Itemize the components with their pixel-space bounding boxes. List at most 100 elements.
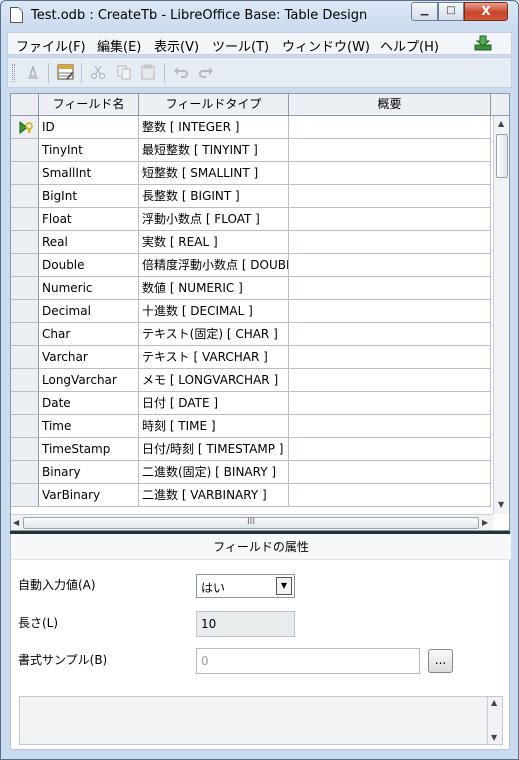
field-type-cell[interactable]: メモ [ LONGVARCHAR ]	[139, 369, 289, 392]
edit-icon[interactable]	[24, 64, 42, 82]
row-selector[interactable]	[11, 162, 39, 185]
format-example-field[interactable]: 0	[196, 648, 420, 674]
table-row[interactable]: Date 日付 [ DATE ]	[11, 392, 491, 415]
description-cell[interactable]	[289, 231, 491, 254]
row-selector[interactable]	[11, 116, 39, 139]
field-name-cell[interactable]: Float	[39, 208, 139, 231]
table-row[interactable]: SmallInt 短整数 [ SMALLINT ]	[11, 162, 491, 185]
field-name-cell[interactable]: Double	[39, 254, 139, 277]
field-type-cell[interactable]: 時刻 [ TIME ]	[139, 415, 289, 438]
row-selector[interactable]	[11, 231, 39, 254]
field-type-cell[interactable]: 整数 [ INTEGER ]	[139, 116, 289, 139]
row-selector[interactable]	[11, 438, 39, 461]
description-cell[interactable]	[289, 438, 491, 461]
scroll-right-icon[interactable]: ▶	[482, 518, 488, 527]
field-type-cell[interactable]: 数値 [ NUMERIC ]	[139, 277, 289, 300]
field-type-cell[interactable]: 二進数 [ VARBINARY ]	[139, 484, 289, 507]
description-cell[interactable]	[289, 254, 491, 277]
table-row[interactable]: Char テキスト(固定) [ CHAR ]	[11, 323, 491, 346]
table-row[interactable]: Varchar テキスト [ VARCHAR ]	[11, 346, 491, 369]
field-type-cell[interactable]: 最短整数 [ TINYINT ]	[139, 139, 289, 162]
description-cell[interactable]	[289, 346, 491, 369]
description-cell[interactable]	[289, 392, 491, 415]
index-design-icon[interactable]	[56, 64, 74, 82]
description-cell[interactable]	[289, 139, 491, 162]
help-scroll-up-icon[interactable]: ▲	[491, 698, 497, 707]
table-row[interactable]: VarBinary 二進数 [ VARBINARY ]	[11, 484, 491, 507]
description-cell[interactable]	[289, 484, 491, 507]
description-cell[interactable]	[289, 116, 491, 139]
field-name-cell[interactable]: Char	[39, 323, 139, 346]
update-available-icon[interactable]	[474, 35, 492, 51]
row-selector[interactable]	[11, 139, 39, 162]
row-selector[interactable]	[11, 185, 39, 208]
description-cell[interactable]	[289, 208, 491, 231]
table-row[interactable]: Double倍精度浮動小数点 [ DOUBLE ]	[11, 254, 491, 277]
maximize-button[interactable]: □	[438, 2, 464, 21]
description-cell[interactable]	[289, 323, 491, 346]
field-type-cell[interactable]: 二進数(固定) [ BINARY ]	[139, 461, 289, 484]
field-type-cell[interactable]: 十進数 [ DECIMAL ]	[139, 300, 289, 323]
table-row[interactable]: Decimal 十進数 [ DECIMAL ]	[11, 300, 491, 323]
undo-icon[interactable]	[172, 64, 190, 82]
row-selector[interactable]	[11, 300, 39, 323]
field-type-cell[interactable]: 長整数 [ BIGINT ]	[139, 185, 289, 208]
cut-icon[interactable]	[89, 64, 107, 82]
row-selector[interactable]	[11, 392, 39, 415]
field-name-cell[interactable]: Numeric	[39, 277, 139, 300]
table-row[interactable]: Binary 二進数(固定) [ BINARY ]	[11, 461, 491, 484]
vertical-scroll-thumb[interactable]	[496, 134, 508, 178]
help-scrollbar[interactable]: ▲ ▼	[487, 697, 502, 744]
description-cell[interactable]	[289, 300, 491, 323]
menu-help[interactable]: ヘルプ(H)	[380, 36, 439, 55]
scroll-down-icon[interactable]: ▼	[498, 500, 504, 509]
format-button[interactable]: ...	[428, 649, 453, 673]
row-selector[interactable]	[11, 369, 39, 392]
field-name-cell[interactable]: TimeStamp	[39, 438, 139, 461]
description-cell[interactable]	[289, 461, 491, 484]
field-type-cell[interactable]: 実数 [ REAL ]	[139, 231, 289, 254]
row-selector[interactable]	[11, 461, 39, 484]
row-selector[interactable]	[11, 254, 39, 277]
row-selector[interactable]	[11, 346, 39, 369]
row-selector[interactable]	[11, 277, 39, 300]
row-selector[interactable]	[11, 208, 39, 231]
field-type-cell[interactable]: 日付/時刻 [ TIMESTAMP ]	[139, 438, 289, 461]
table-row[interactable]: LongVarchar メモ [ LONGVARCHAR ]	[11, 369, 491, 392]
copy-icon[interactable]	[115, 64, 133, 82]
table-row[interactable]: Numeric 数値 [ NUMERIC ]	[11, 277, 491, 300]
horizontal-scroll-thumb[interactable]: III	[23, 517, 479, 529]
menu-edit[interactable]: 編集(E)	[97, 36, 141, 55]
column-header-description[interactable]: 概要	[289, 94, 491, 116]
field-name-cell[interactable]: Decimal	[39, 300, 139, 323]
field-name-cell[interactable]: LongVarchar	[39, 369, 139, 392]
menu-file[interactable]: ファイル(F)	[16, 36, 86, 55]
table-row[interactable]: Float 浮動小数点 [ FLOAT ]	[11, 208, 491, 231]
field-name-cell[interactable]: Date	[39, 392, 139, 415]
redo-icon[interactable]	[197, 64, 215, 82]
table-row[interactable]: TimeStamp 日付/時刻 [ TIMESTAMP ]	[11, 438, 491, 461]
horizontal-scrollbar[interactable]: ◀ III ▶	[11, 514, 493, 530]
title-bar[interactable]: Test.odb : CreateTb - LibreOffice Base: …	[1, 1, 518, 31]
scroll-up-icon[interactable]: ▲	[498, 119, 504, 128]
field-name-cell[interactable]: Time	[39, 415, 139, 438]
auto-value-select[interactable]: はい ▼	[196, 574, 295, 598]
minimize-button[interactable]: ▁	[411, 2, 438, 21]
row-selector[interactable]	[11, 415, 39, 438]
close-button[interactable]: X	[464, 2, 508, 21]
row-selector[interactable]	[11, 323, 39, 346]
table-row[interactable]: ID 整数 [ INTEGER ]	[11, 116, 491, 139]
description-cell[interactable]	[289, 369, 491, 392]
field-name-cell[interactable]: TinyInt	[39, 139, 139, 162]
table-row[interactable]: Time 時刻 [ TIME ]	[11, 415, 491, 438]
table-row[interactable]: Real 実数 [ REAL ]	[11, 231, 491, 254]
scroll-left-icon[interactable]: ◀	[13, 518, 19, 527]
menu-window[interactable]: ウィンドウ(W)	[282, 36, 370, 55]
field-name-cell[interactable]: VarBinary	[39, 484, 139, 507]
field-type-cell[interactable]: テキスト [ VARCHAR ]	[139, 346, 289, 369]
field-type-cell[interactable]: テキスト(固定) [ CHAR ]	[139, 323, 289, 346]
description-cell[interactable]	[289, 415, 491, 438]
field-name-cell[interactable]: ID	[39, 116, 139, 139]
field-type-cell[interactable]: 浮動小数点 [ FLOAT ]	[139, 208, 289, 231]
menu-tools[interactable]: ツール(T)	[212, 36, 269, 55]
